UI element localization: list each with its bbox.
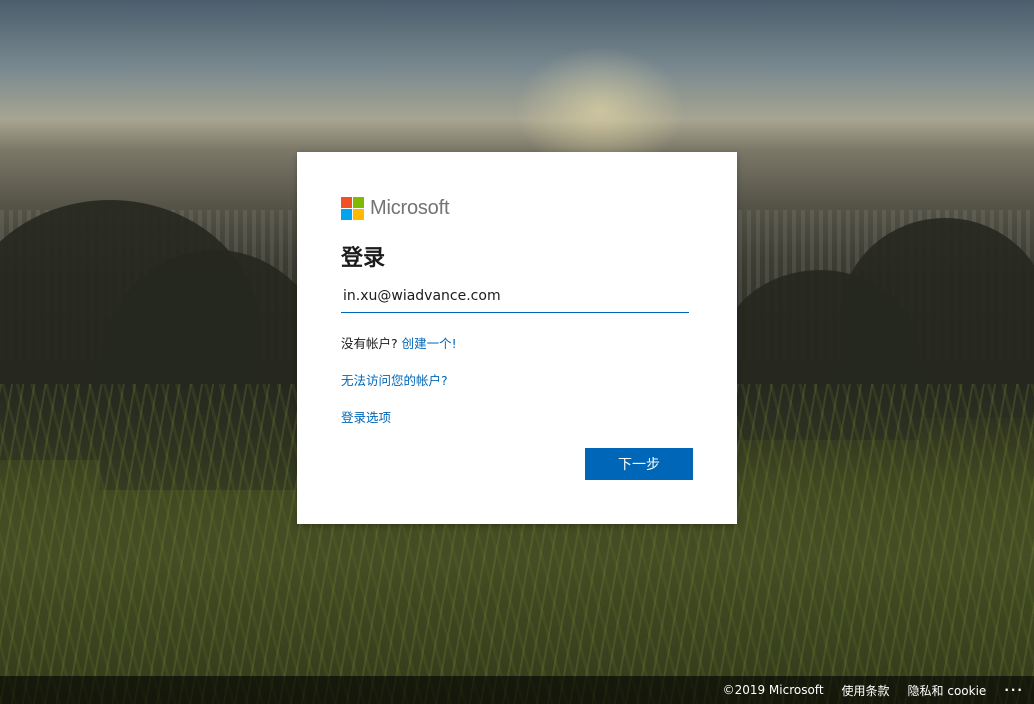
page-title: 登录 (341, 246, 386, 271)
cant-access-line: 无法访问您的帐户? (341, 370, 693, 389)
privacy-cookies-link[interactable]: 隐私和 cookie (908, 682, 987, 699)
terms-of-use-link[interactable]: 使用条款 (842, 682, 890, 699)
copyright-text: ©2019 Microsoft (722, 683, 824, 697)
signin-options-link[interactable]: 登录选项 (341, 410, 391, 425)
no-account-text: 没有帐户? (341, 336, 398, 351)
brand-name: Microsoft (370, 196, 450, 219)
microsoft-logo: Microsoft (341, 196, 693, 220)
cant-access-account-link[interactable]: 无法访问您的帐户? (341, 373, 448, 388)
email-input[interactable] (341, 282, 691, 310)
footer-bar: ©2019 Microsoft 使用条款 隐私和 cookie ··· (0, 676, 1034, 704)
signin-options-line: 登录选项 (341, 407, 693, 426)
more-options-icon[interactable]: ··· (1004, 683, 1024, 697)
button-row: 下一步 (585, 448, 693, 480)
create-account-link[interactable]: 创建一个! (402, 336, 457, 351)
windows-logo-icon (341, 196, 364, 220)
next-button[interactable]: 下一步 (585, 448, 693, 480)
signin-card: Microsoft 登录 没有帐户? 创建一个! 无法访问您的帐户? 登录选项 … (297, 152, 737, 524)
email-field-wrapper (341, 282, 691, 313)
no-account-line: 没有帐户? 创建一个! (341, 333, 693, 352)
